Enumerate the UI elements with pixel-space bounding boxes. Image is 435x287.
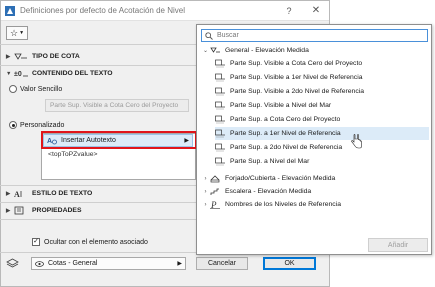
- tree-group-label: Nombres de los Niveles de Referencia: [225, 201, 341, 208]
- search-input[interactable]: Buscar: [201, 29, 428, 42]
- eye-icon: [35, 260, 44, 267]
- checkbox-label: Ocultar con el elemento asociado: [44, 238, 148, 246]
- cancel-button[interactable]: Cancelar: [196, 257, 248, 270]
- highlight-callout: [41, 131, 197, 149]
- archicad-app-icon: [5, 5, 15, 16]
- svg-text:±0: ±0: [14, 71, 22, 78]
- chevron-down-icon: ⌄: [202, 48, 209, 54]
- add-button[interactable]: Añadir: [368, 238, 428, 252]
- level-dimension-icon: [210, 47, 220, 53]
- radio-valor-sencillo[interactable]: Valor Sencillo: [9, 85, 62, 93]
- section-label: ESTILO DE TEXTO: [32, 190, 93, 197]
- layer-dropdown[interactable]: Cotas - General ▶: [31, 257, 186, 270]
- hand-cursor-icon: [351, 134, 362, 149]
- tree-group-general[interactable]: ⌄ General - Elevación Medida: [201, 44, 309, 57]
- autotext-item-label: Parte Sup. Visible a 2do Nivel de Refere…: [230, 88, 365, 95]
- title-bar: Definiciones por defecto de Acotación de…: [1, 1, 329, 21]
- chevron-right-icon: ▶: [6, 53, 11, 60]
- layer-label: Cotas - General: [48, 260, 98, 267]
- autotext-item-label: Parte Sup. a 2do Nivel de Referencia: [230, 144, 343, 151]
- stair-icon: [210, 188, 219, 195]
- window-title: Definiciones por defecto de Acotación de…: [20, 6, 185, 15]
- help-button[interactable]: ?: [275, 6, 303, 16]
- favorites-button[interactable]: ☆ ▼: [6, 26, 28, 40]
- radio-personalizado[interactable]: Personalizado: [9, 121, 64, 129]
- autotext-item-label: Parte Sup. a 1er Nivel de Referencia: [230, 130, 341, 137]
- chevron-right-icon: ▶: [177, 261, 182, 267]
- autotext-tag: <topToPZvalue>: [48, 151, 98, 158]
- ok-button[interactable]: OK: [263, 257, 316, 270]
- tree-group-forjado[interactable]: › Forjado/Cubierta - Elevación Medida: [201, 172, 335, 185]
- ocultar-checkbox[interactable]: ✓: [32, 238, 40, 246]
- autotext-list-item[interactable]: Parte Sup. a 2do Nivel de Referencia: [215, 141, 429, 154]
- radio-label: Valor Sencillo: [20, 85, 63, 93]
- section-contenido-texto[interactable]: ▼ ±0 CONTENIDO DEL TEXTO: [6, 67, 113, 80]
- autotext-list-item[interactable]: Parte Sup. a Cota Cero del Proyecto: [215, 113, 429, 126]
- autotext-item-label: Parte Sup. a Cota Cero del Proyecto: [230, 116, 341, 123]
- favorites-toolbar: ☆ ▼: [6, 26, 28, 40]
- autotext-item-icon: [215, 59, 225, 68]
- autotext-list-item[interactable]: Parte Sup. Visible a Cota Cero del Proye…: [215, 57, 429, 70]
- ocultar-checkbox-row[interactable]: ✓ Ocultar con el elemento asociado: [32, 238, 148, 246]
- tree-group-nombres[interactable]: › P Nombres de los Niveles de Referencia: [201, 198, 341, 211]
- chevron-down-icon: ▼: [19, 30, 25, 36]
- autotext-item-icon: [215, 101, 225, 110]
- autotext-list-item[interactable]: Parte Sup. Visible a Nivel del Mar: [215, 99, 429, 112]
- valor-sencillo-field: Parte Sup. Visible a Cota Cero del Proye…: [45, 99, 189, 112]
- search-icon: [205, 31, 213, 40]
- chevron-right-icon: ▶: [6, 190, 11, 197]
- autotext-list-item[interactable]: Parte Sup. Visible a 1er Nivel de Refere…: [215, 71, 429, 84]
- text-style-icon: A: [14, 190, 22, 198]
- section-label: PROPIEDADES: [32, 207, 82, 214]
- autotext-list-item[interactable]: Parte Sup. a Nivel del Mar: [215, 155, 429, 168]
- autotext-item-label: Parte Sup. Visible a 1er Nivel de Refere…: [230, 74, 363, 81]
- radio-button[interactable]: [9, 121, 17, 129]
- search-placeholder: Buscar: [217, 32, 239, 39]
- autotext-item-icon: [215, 143, 225, 152]
- section-label: CONTENIDO DEL TEXTO: [32, 70, 113, 77]
- section-estilo-texto[interactable]: ▶ A ESTILO DE TEXTO: [6, 187, 92, 200]
- chevron-right-icon: ›: [204, 188, 207, 195]
- close-button[interactable]: ✕: [303, 5, 329, 16]
- autotext-item-label: Parte Sup. Visible a Cota Cero del Proye…: [230, 60, 363, 67]
- tree-group-label: Escalera - Elevación Medida: [225, 188, 312, 195]
- section-tipo-cota[interactable]: ▶ TIPO DE COTA: [6, 50, 80, 63]
- autotext-item-label: Parte Sup. Visible a Nivel del Mar: [230, 102, 332, 109]
- slab-roof-icon: [210, 175, 220, 183]
- svg-text:P: P: [210, 200, 217, 209]
- tree-group-label: Forjado/Cubierta - Elevación Medida: [225, 175, 336, 182]
- chevron-down-icon: ▼: [6, 70, 12, 77]
- autotext-item-icon: [215, 73, 225, 82]
- radio-button[interactable]: [9, 85, 17, 93]
- autotext-list-item[interactable]: Parte Sup. Visible a 2do Nivel de Refere…: [215, 85, 429, 98]
- text-content-icon: ±0: [14, 71, 28, 78]
- star-icon: ☆: [9, 27, 19, 38]
- properties-icon: [14, 206, 24, 215]
- radio-label: Personalizado: [20, 121, 65, 129]
- autotext-item-icon: [215, 87, 225, 96]
- chevron-right-icon: ›: [204, 175, 207, 182]
- section-label: TIPO DE COTA: [32, 53, 80, 60]
- svg-text:A: A: [14, 190, 20, 198]
- section-propiedades[interactable]: ▶ PROPIEDADES: [6, 204, 81, 217]
- autotext-item-icon: [215, 115, 225, 124]
- autotext-item-label: Parte Sup. a Nivel del Mar: [230, 158, 310, 165]
- chevron-right-icon: ›: [204, 201, 207, 208]
- tree-group-escalera[interactable]: › Escalera - Elevación Medida: [201, 185, 311, 198]
- tree-group-label: General - Elevación Medida: [225, 47, 309, 54]
- autotext-list-item[interactable]: Parte Sup. a 1er Nivel de Referencia: [215, 127, 429, 140]
- layers-icon: [6, 258, 19, 268]
- autotext-item-icon: [215, 129, 225, 138]
- level-dimension-icon: [14, 53, 27, 60]
- autotext-popup: Buscar ⌄ General - Elevación Medida Part…: [196, 24, 432, 255]
- autotext-item-icon: [215, 157, 225, 166]
- reference-level-name-icon: P: [210, 200, 220, 209]
- chevron-right-icon: ▶: [6, 207, 11, 214]
